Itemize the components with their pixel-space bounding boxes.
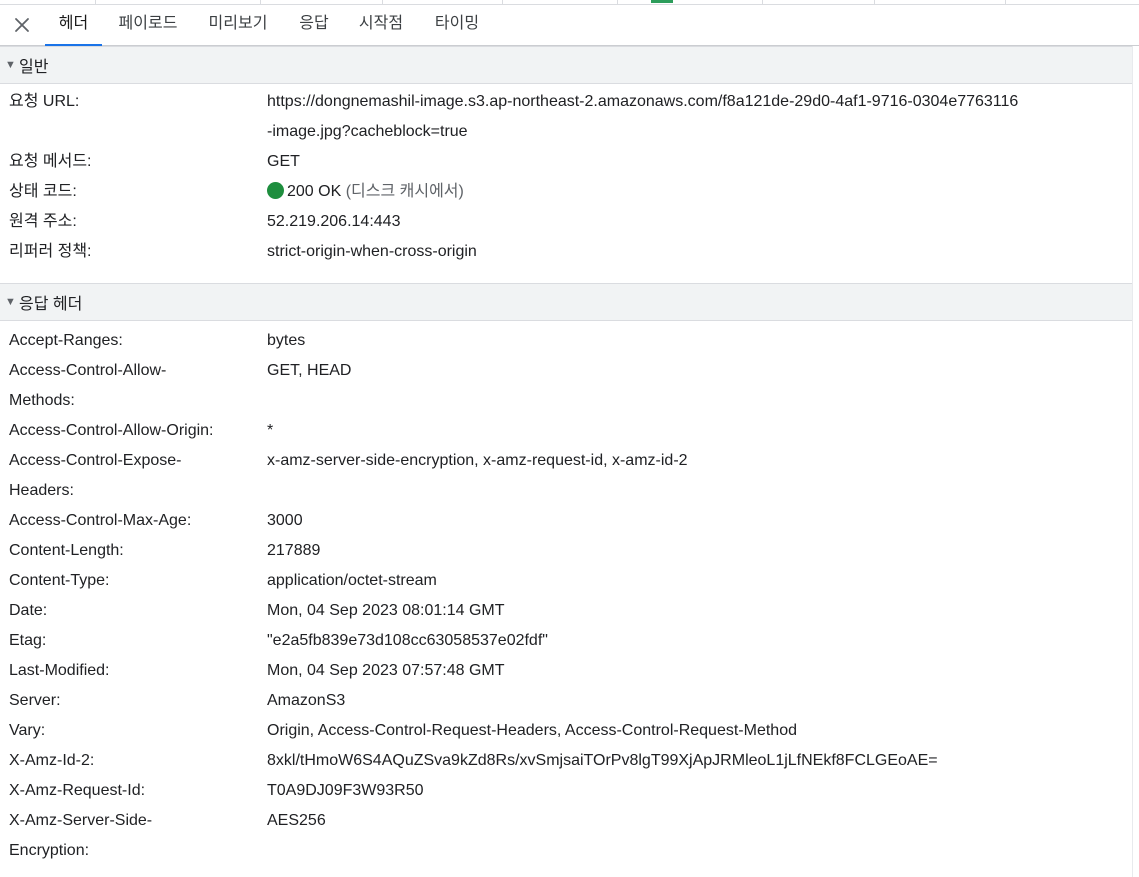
- column-divider: [617, 0, 618, 4]
- header-name-continuation: Methods:: [9, 392, 75, 409]
- status-note: (디스크 캐시에서): [345, 183, 464, 200]
- column-divider: [762, 0, 763, 4]
- header-name-continuation: Encryption:: [9, 842, 90, 859]
- vertical-scrollbar[interactable]: [1132, 46, 1139, 877]
- header-name-continuation: Headers:: [9, 482, 74, 499]
- header-value[interactable]: "e2a5fb839e73d108cc63058537e02fdf": [267, 626, 1135, 656]
- header-name: Access-Control-Expose-: [9, 452, 182, 469]
- header-value[interactable]: https://dongnemashil-image.s3.ap-northea…: [267, 87, 1135, 117]
- header-value[interactable]: -image.jpg?cacheblock=true: [267, 117, 1135, 147]
- header-name: Etag:: [9, 632, 47, 649]
- header-value[interactable]: *: [267, 416, 1135, 446]
- close-button[interactable]: [8, 11, 36, 39]
- section-title: 일반: [19, 59, 49, 76]
- header-value[interactable]: AmazonS3: [267, 686, 1135, 716]
- tab-initiator[interactable]: 시작점: [350, 5, 412, 45]
- header-value[interactable]: 8xkl/tHmoW6S4AQuZSva9kZd8Rs/xvSmjsaiTOrP…: [267, 746, 1135, 776]
- header-value[interactable]: bytes: [267, 326, 1135, 356]
- detail-tab-bar: 헤더 페이로드 미리보기 응답 시작점 타이밍: [0, 5, 1139, 46]
- status-ok-icon: [267, 182, 284, 199]
- tab-label: 응답: [299, 15, 329, 32]
- header-name: Accept-Ranges:: [9, 332, 123, 349]
- column-divider: [874, 0, 875, 4]
- header-name: Vary:: [9, 722, 46, 739]
- waterfall-marker: [651, 0, 673, 3]
- tab-label: 타이밍: [434, 15, 480, 32]
- header-name: X-Amz-Server-Side-: [9, 812, 153, 829]
- status-text: 200 OK: [287, 183, 342, 200]
- close-icon: [15, 18, 29, 32]
- column-divider: [1005, 0, 1006, 4]
- section-title: 응답 헤더: [19, 296, 83, 313]
- header-name: 요청 메서드:: [9, 153, 92, 170]
- tab-label: 미리보기: [208, 15, 268, 32]
- header-value[interactable]: Mon, 04 Sep 2023 08:01:14 GMT: [267, 596, 1135, 626]
- header-name: X-Amz-Request-Id:: [9, 782, 146, 799]
- column-divider: [260, 0, 261, 4]
- header-value[interactable]: Origin, Access-Control-Request-Headers, …: [267, 716, 1135, 746]
- header-value[interactable]: 200 OK (디스크 캐시에서): [267, 177, 1135, 207]
- header-value[interactable]: GET: [267, 147, 1135, 177]
- header-value[interactable]: GET, HEAD: [267, 356, 1135, 386]
- header-value[interactable]: Mon, 04 Sep 2023 07:57:48 GMT: [267, 656, 1135, 686]
- header-name: Access-Control-Allow-Origin:: [9, 422, 214, 439]
- header-name: 리퍼러 정책:: [9, 243, 92, 260]
- column-divider: [502, 0, 503, 4]
- header-value[interactable]: strict-origin-when-cross-origin: [267, 237, 1135, 267]
- column-divider: [382, 0, 383, 4]
- collapse-triangle-icon: ▼: [5, 296, 16, 308]
- tab-label: 페이로드: [118, 15, 178, 32]
- tab-response[interactable]: 응답: [290, 5, 338, 45]
- collapse-triangle-icon: ▼: [5, 59, 16, 71]
- header-value[interactable]: AES256: [267, 806, 1135, 836]
- header-value[interactable]: T0A9DJ09F3W93R50: [267, 776, 1135, 806]
- tab-timing[interactable]: 타이밍: [426, 5, 488, 45]
- header-name: Date:: [9, 602, 48, 619]
- tab-preview[interactable]: 미리보기: [200, 5, 276, 45]
- column-divider: [95, 0, 96, 4]
- tab-headers[interactable]: 헤더: [45, 5, 102, 46]
- header-value[interactable]: 3000: [267, 506, 1135, 536]
- header-value[interactable]: 217889: [267, 536, 1135, 566]
- header-name: Content-Type:: [9, 572, 110, 589]
- tab-label: 헤더: [58, 15, 89, 32]
- general-section-header[interactable]: ▼ 일반: [0, 46, 1139, 84]
- header-name: 요청 URL:: [9, 93, 80, 110]
- header-value[interactable]: application/octet-stream: [267, 566, 1135, 596]
- header-name: Last-Modified:: [9, 662, 110, 679]
- devtools-network-headers-panel: 헤더 페이로드 미리보기 응답 시작점 타이밍 ▼ 일반 요청 URL: htt…: [0, 0, 1139, 877]
- header-name: Access-Control-Max-Age:: [9, 512, 192, 529]
- header-name: Server:: [9, 692, 61, 709]
- tab-label: 시작점: [358, 15, 404, 32]
- header-name: X-Amz-Id-2:: [9, 752, 95, 769]
- header-value[interactable]: 52.219.206.14:443: [267, 207, 1135, 237]
- header-name: Access-Control-Allow-: [9, 362, 167, 379]
- tab-payload[interactable]: 페이로드: [110, 5, 186, 45]
- response-headers-section-header[interactable]: ▼ 응답 헤더: [0, 283, 1139, 321]
- header-name: Content-Length:: [9, 542, 124, 559]
- header-name: 원격 주소:: [9, 213, 77, 230]
- header-name: 상태 코드:: [9, 183, 77, 200]
- header-value[interactable]: x-amz-server-side-encryption, x-amz-requ…: [267, 446, 1135, 476]
